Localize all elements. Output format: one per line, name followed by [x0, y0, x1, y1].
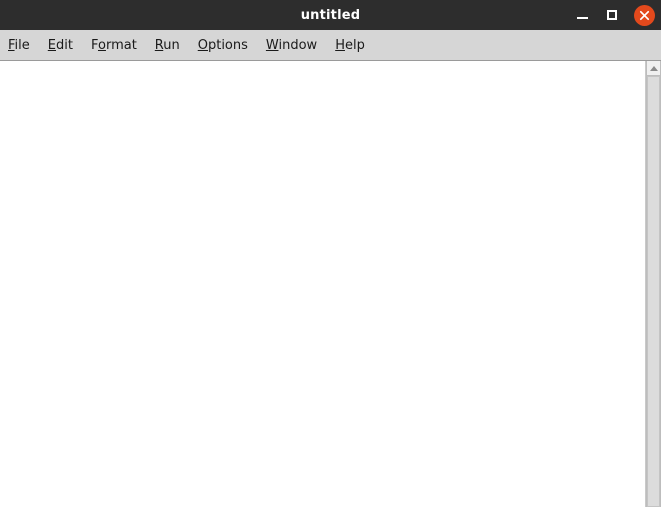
minimize-button[interactable]: [567, 0, 597, 30]
menu-item-options[interactable]: Options: [198, 36, 257, 55]
close-button[interactable]: [627, 0, 661, 30]
menu-item-file[interactable]: File: [8, 36, 39, 55]
vertical-scrollbar[interactable]: [645, 61, 661, 507]
menu-item-help[interactable]: Help: [335, 36, 374, 55]
close-icon: [633, 4, 655, 26]
maximize-button[interactable]: [597, 0, 627, 30]
scroll-up-arrow-icon: [649, 65, 658, 71]
idle-editor-window: untitled File Edit Format Run Options Wi…: [0, 0, 661, 507]
menu-item-format[interactable]: Format: [91, 36, 146, 55]
minimize-icon: [576, 16, 588, 19]
scrollbar-thumb[interactable]: [647, 76, 660, 507]
maximize-icon: [607, 10, 617, 20]
scroll-up-button[interactable]: [646, 61, 661, 76]
window-controls: [567, 0, 661, 30]
menu-bar: File Edit Format Run Options Window Help: [0, 30, 661, 61]
title-bar[interactable]: untitled: [0, 0, 661, 30]
editor-body: [0, 61, 661, 507]
scrollbar-trough[interactable]: [646, 76, 661, 507]
menu-item-run[interactable]: Run: [155, 36, 189, 55]
code-editor-textarea[interactable]: [0, 61, 641, 507]
menu-item-edit[interactable]: Edit: [48, 36, 82, 55]
menu-item-window[interactable]: Window: [266, 36, 326, 55]
window-title: untitled: [300, 7, 361, 23]
